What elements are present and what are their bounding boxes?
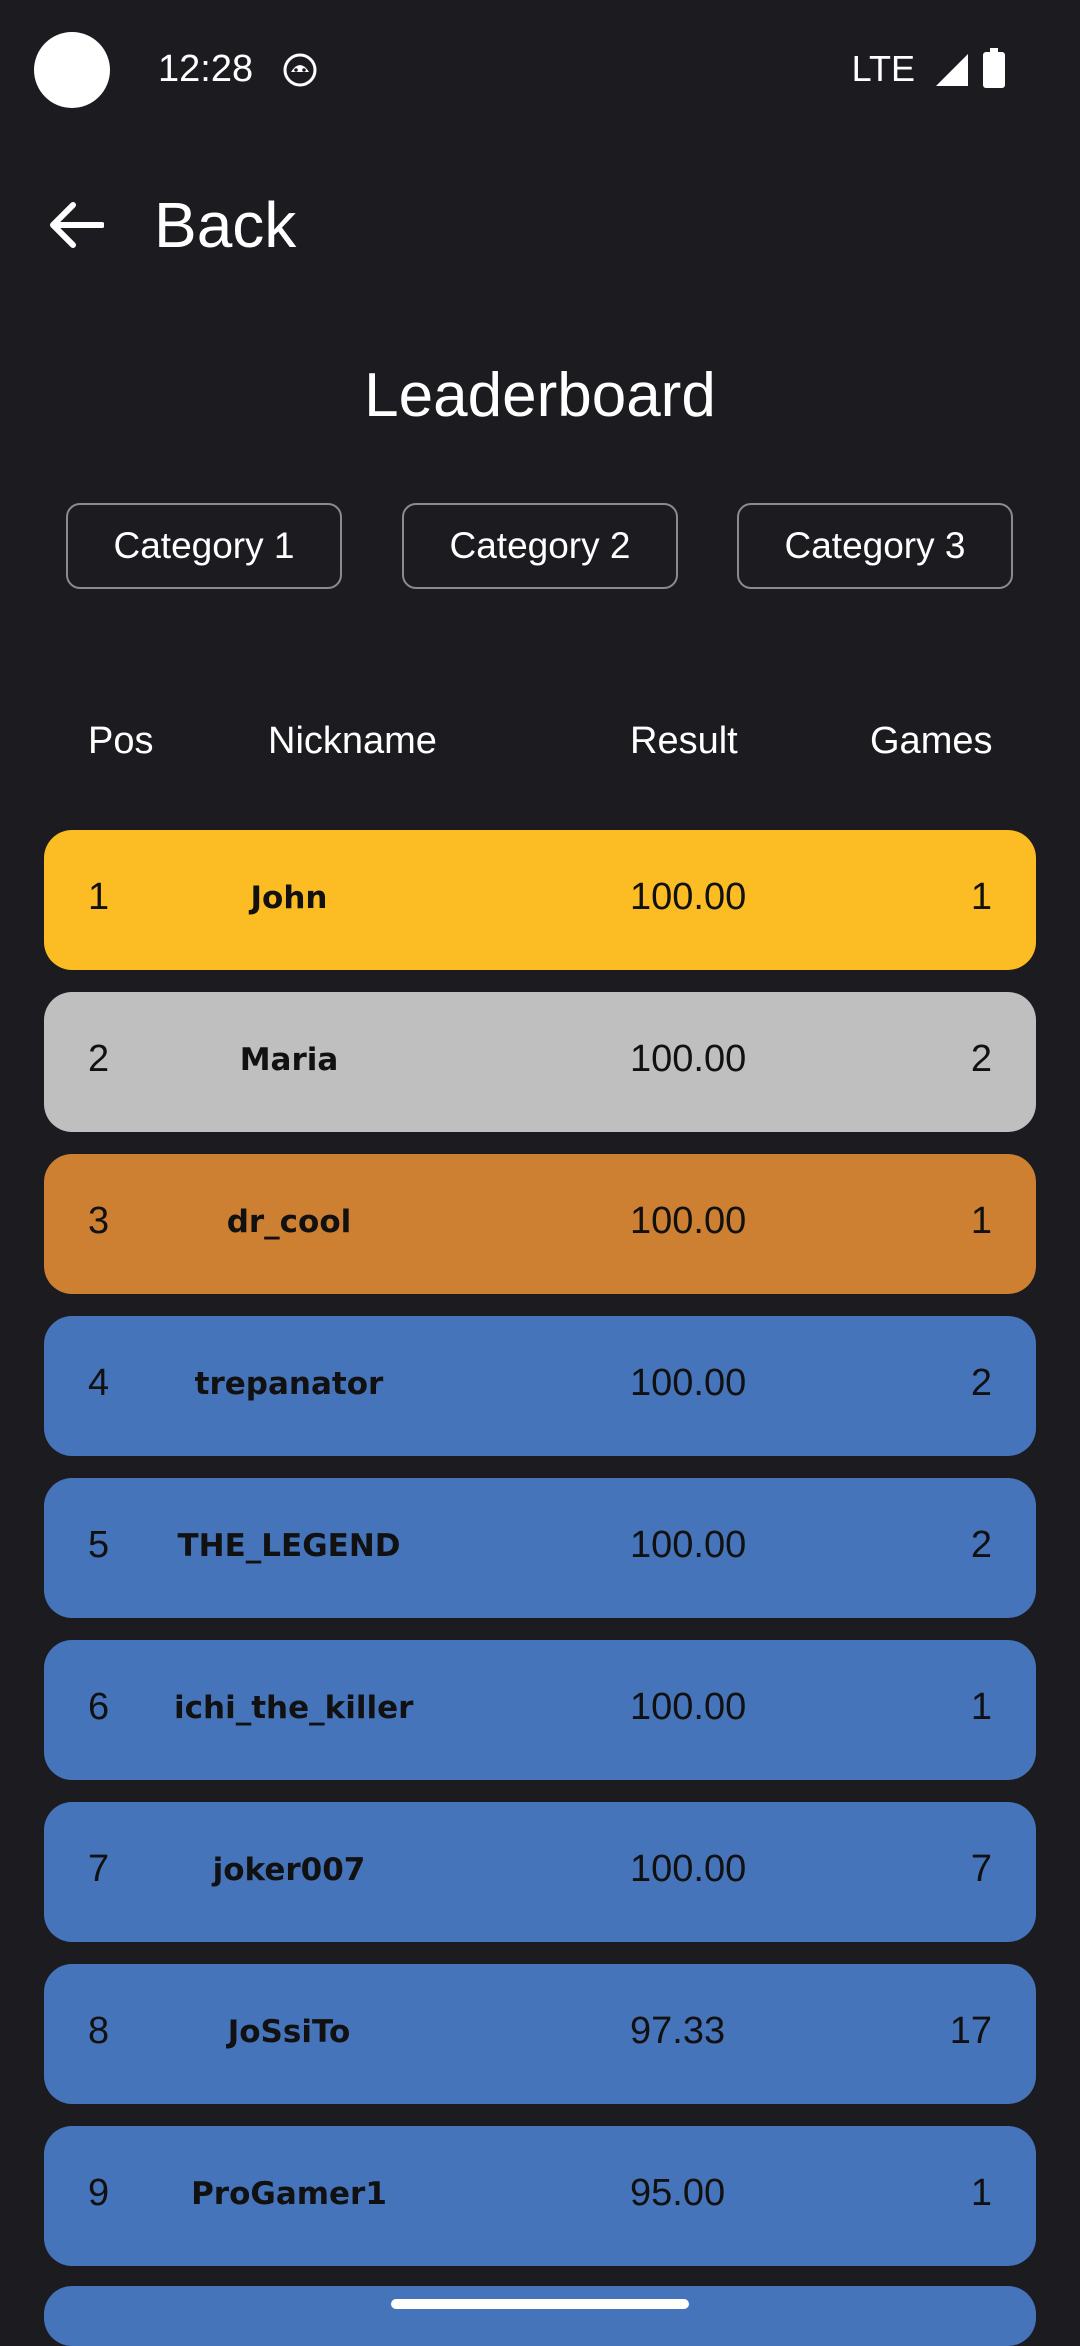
row-pos: 5 <box>88 1524 110 1566</box>
row-pos: 2 <box>88 1038 110 1080</box>
android-notification-icon <box>283 53 317 87</box>
row-nickname: joker007 <box>212 1852 366 1888</box>
row-nickname: trepanator <box>194 1366 384 1402</box>
category-2-button[interactable]: Category 2 <box>402 503 678 589</box>
row-nickname: ichi_the_killer <box>174 1690 414 1726</box>
row-result: 100.00 <box>630 1038 747 1080</box>
row-nickname: THE_LEGEND <box>177 1528 401 1564</box>
cell-signal-icon <box>936 54 968 86</box>
row-result: 100.00 <box>630 1686 747 1728</box>
row-pos: 4 <box>88 1362 110 1404</box>
table-row[interactable]: 1 John 100.00 1 <box>44 830 1036 970</box>
row-pos: 7 <box>88 1848 110 1890</box>
row-nickname: JoSsiTo <box>227 2014 351 2050</box>
battery-icon <box>983 48 1005 88</box>
row-pos: 1 <box>88 876 110 918</box>
status-bar: 12:28 LTE <box>0 0 1080 140</box>
row-nickname: John <box>250 880 328 916</box>
status-icons: LTE <box>820 48 1080 92</box>
table-row[interactable]: 4 trepanator 100.00 2 <box>44 1316 1036 1456</box>
row-result: 100.00 <box>630 1200 747 1242</box>
row-games: 1 <box>970 876 992 918</box>
row-pos: 9 <box>88 2172 110 2214</box>
row-result: 100.00 <box>630 1848 747 1890</box>
table-row-partial[interactable] <box>44 2286 1036 2346</box>
camera-cutout <box>34 32 110 108</box>
top-app-bar: Back <box>0 170 1080 280</box>
row-pos: 3 <box>88 1200 110 1242</box>
row-pos: 8 <box>88 2010 110 2052</box>
row-games: 7 <box>970 1848 992 1890</box>
row-games: 2 <box>970 1524 992 1566</box>
row-nickname: dr_cool <box>226 1204 352 1240</box>
arrow-back-icon[interactable] <box>46 200 104 250</box>
table-row[interactable]: 5 THE_LEGEND 100.00 2 <box>44 1478 1036 1618</box>
table-row[interactable]: 8 JoSsiTo 97.33 17 <box>44 1964 1036 2104</box>
table-row[interactable]: 7 joker007 100.00 7 <box>44 1802 1036 1942</box>
network-type: LTE <box>851 48 915 89</box>
category-1-button[interactable]: Category 1 <box>66 503 342 589</box>
row-result: 100.00 <box>630 1524 747 1566</box>
row-result: 100.00 <box>630 1362 747 1404</box>
row-nickname: Maria <box>239 1042 339 1078</box>
row-games: 1 <box>970 2172 992 2214</box>
header-games: Games <box>870 720 993 762</box>
status-time: 12:28 <box>158 48 254 90</box>
table-row[interactable]: 3 dr_cool 100.00 1 <box>44 1154 1036 1294</box>
table-header: Pos Nickname Result Games <box>0 720 1080 780</box>
header-nickname: Nickname <box>268 720 437 762</box>
header-pos: Pos <box>88 720 154 762</box>
row-result: 97.33 <box>630 2010 726 2052</box>
row-result: 95.00 <box>630 2172 726 2214</box>
page-title: Leaderboard <box>364 361 716 430</box>
home-indicator[interactable] <box>391 2299 689 2309</box>
row-games: 1 <box>970 1200 992 1242</box>
row-games: 1 <box>970 1686 992 1728</box>
row-pos: 6 <box>88 1686 110 1728</box>
row-games: 17 <box>949 2010 992 2052</box>
table-row[interactable]: 9 ProGamer1 95.00 1 <box>44 2126 1036 2266</box>
row-nickname: ProGamer1 <box>191 2176 387 2212</box>
back-button[interactable]: Back <box>154 188 296 262</box>
category-3-button[interactable]: Category 3 <box>737 503 1013 589</box>
row-result: 100.00 <box>630 876 747 918</box>
table-row[interactable]: 6 ichi_the_killer 100.00 1 <box>44 1640 1036 1780</box>
table-row[interactable]: 2 Maria 100.00 2 <box>44 992 1036 1132</box>
row-games: 2 <box>970 1038 992 1080</box>
header-result: Result <box>630 720 738 762</box>
row-games: 2 <box>970 1362 992 1404</box>
